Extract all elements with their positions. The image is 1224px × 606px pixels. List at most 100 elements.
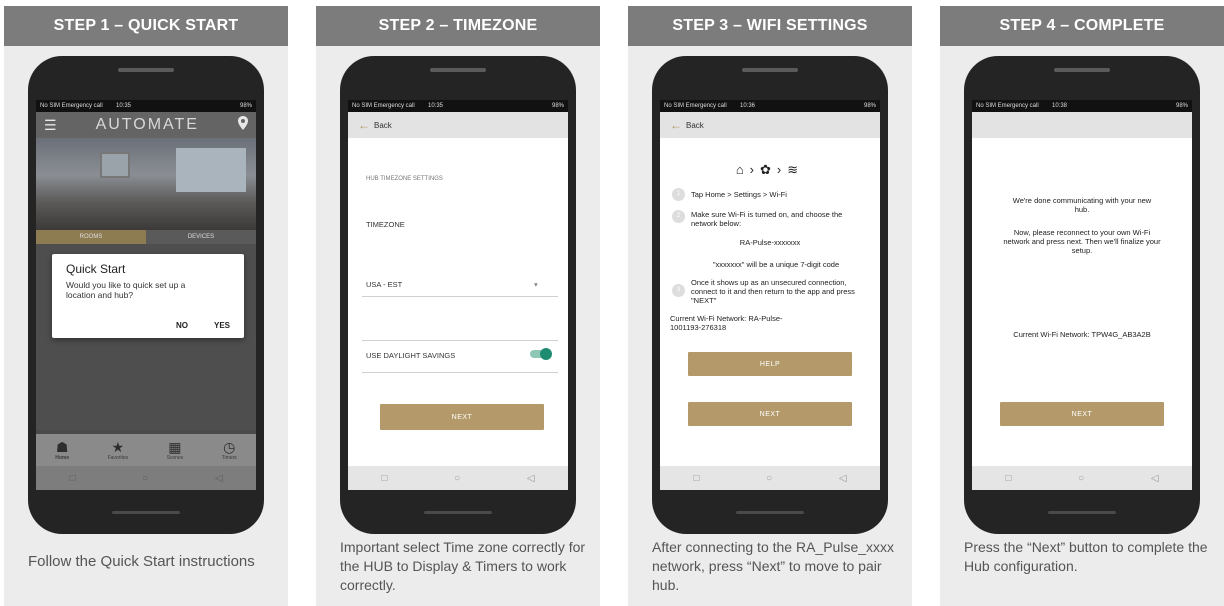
recent-apps-icon[interactable]: □ bbox=[381, 473, 387, 484]
phone-mockup: No SIM Emergency call 10:38 98% We're do… bbox=[964, 56, 1200, 534]
top-bar bbox=[972, 112, 1192, 138]
back-bar[interactable]: ← Back bbox=[660, 112, 880, 138]
android-nav-bar: □ ○ ◁ bbox=[36, 466, 256, 490]
bottom-nav: ☗ Home ★ Favorites ▦ Scenes ◷ Timers bbox=[36, 434, 256, 466]
nav-label: Timers bbox=[221, 454, 237, 461]
phone-screen: No SIM Emergency call 10:36 98% ← Back ⌂… bbox=[660, 100, 880, 490]
recent-apps-icon[interactable]: □ bbox=[1005, 473, 1011, 484]
home-circle-icon[interactable]: ○ bbox=[454, 473, 460, 484]
status-time: 10:35 bbox=[116, 103, 132, 109]
step4-header: STEP 4 – COMPLETE bbox=[940, 6, 1224, 46]
timezone-label: TIMEZONE bbox=[366, 220, 405, 229]
status-bar: No SIM Emergency call 10:35 98% bbox=[36, 100, 256, 112]
tab-devices[interactable]: DEVICES bbox=[146, 230, 256, 244]
hamburger-menu-icon[interactable]: ☰ bbox=[44, 117, 57, 134]
back-arrow-icon[interactable]: ← bbox=[358, 118, 370, 132]
instruction-step-3: 3 Once it shows up as an unsecured conne… bbox=[672, 278, 872, 305]
nav-favorites[interactable]: ★ Favorites bbox=[107, 439, 129, 461]
phone-screen: No SIM Emergency call 10:38 98% We're do… bbox=[972, 100, 1192, 490]
step2-header: STEP 2 – TIMEZONE bbox=[316, 6, 600, 46]
chevron-right-icon: › bbox=[749, 162, 761, 177]
divider bbox=[362, 340, 558, 341]
timezone-select[interactable]: USA - EST bbox=[366, 280, 402, 289]
phone-speaker bbox=[430, 68, 486, 72]
phone-mockup: No SIM Emergency call 10:36 98% ← Back ⌂… bbox=[652, 56, 888, 534]
step-number: 2 bbox=[672, 210, 685, 223]
back-label: Back bbox=[686, 120, 704, 130]
divider bbox=[362, 372, 558, 373]
no-button[interactable]: NO bbox=[176, 321, 188, 330]
room-device-tabs: ROOMS DEVICES bbox=[36, 230, 256, 244]
next-button[interactable]: NEXT bbox=[380, 404, 544, 430]
dialog-message: Would you like to quick set up a locatio… bbox=[66, 280, 186, 300]
nav-label: Home bbox=[55, 454, 70, 461]
clock-icon: ◷ bbox=[223, 438, 236, 455]
film-icon: ▦ bbox=[168, 438, 182, 455]
instruction-step-2: 2 Make sure Wi-Fi is turned on, and choo… bbox=[672, 210, 872, 228]
phone-mockup: No SIM Emergency call 10:35 98% ☰ AUTOMA… bbox=[28, 56, 264, 534]
status-time: 10:35 bbox=[428, 103, 444, 109]
recent-apps-icon[interactable]: □ bbox=[69, 473, 75, 484]
gear-icon: ✿ bbox=[760, 162, 777, 177]
android-nav-bar: □ ○ ◁ bbox=[660, 466, 880, 490]
back-triangle-icon[interactable]: ◁ bbox=[527, 473, 535, 484]
step4-panel: STEP 4 – COMPLETE No SIM Emergency call … bbox=[940, 6, 1224, 606]
toggle-knob bbox=[540, 348, 552, 360]
dialog-title: Quick Start bbox=[66, 262, 126, 276]
yes-button[interactable]: YES bbox=[214, 321, 230, 330]
back-label: Back bbox=[374, 120, 392, 130]
home-circle-icon[interactable]: ○ bbox=[142, 473, 148, 484]
step3-panel: STEP 3 – WIFI SETTINGS No SIM Emergency … bbox=[628, 6, 912, 606]
back-triangle-icon[interactable]: ◁ bbox=[839, 473, 847, 484]
nav-label: Scenes bbox=[166, 454, 184, 461]
dialog-actions: NO YES bbox=[176, 321, 230, 330]
nav-scenes[interactable]: ▦ Scenes bbox=[166, 438, 184, 461]
network-name: RA-Pulse-xxxxxxx bbox=[739, 238, 801, 247]
recent-apps-icon[interactable]: □ bbox=[693, 473, 699, 484]
chevron-right-icon: › bbox=[776, 162, 788, 177]
nav-home[interactable]: ☗ Home bbox=[55, 438, 70, 461]
phone-chin bbox=[112, 511, 180, 514]
status-carrier: No SIM Emergency call bbox=[352, 103, 415, 109]
next-button[interactable]: NEXT bbox=[1000, 402, 1164, 426]
back-triangle-icon[interactable]: ◁ bbox=[215, 473, 223, 484]
wifi-icon: ≋ bbox=[787, 162, 805, 177]
app-logo: AUTOMATE bbox=[95, 116, 199, 133]
status-battery: 98% bbox=[551, 103, 564, 109]
phone-speaker bbox=[118, 68, 174, 72]
code-note: "xxxxxxx" will be a unique 7-digit code bbox=[712, 260, 840, 269]
chevron-down-icon[interactable]: ▾ bbox=[534, 280, 538, 289]
step2-panel: STEP 2 – TIMEZONE No SIM Emergency call … bbox=[316, 6, 600, 606]
app-top-bar: ☰ AUTOMATE bbox=[36, 112, 256, 138]
back-arrow-icon[interactable]: ← bbox=[670, 118, 682, 132]
nav-label: Favorites bbox=[107, 454, 129, 461]
status-time: 10:38 bbox=[1052, 103, 1068, 109]
phone-mockup: No SIM Emergency call 10:35 98% ← Back H… bbox=[340, 56, 576, 534]
status-carrier: No SIM Emergency call bbox=[976, 103, 1039, 109]
status-bar: No SIM Emergency call 10:36 98% bbox=[660, 100, 880, 112]
status-battery: 98% bbox=[239, 103, 252, 109]
step3-header: STEP 3 – WIFI SETTINGS bbox=[628, 6, 912, 46]
home-circle-icon[interactable]: ○ bbox=[1078, 473, 1084, 484]
home-icon: ⌂ bbox=[735, 162, 750, 177]
daylight-savings-toggle[interactable] bbox=[530, 348, 552, 360]
phone-chin bbox=[1048, 511, 1116, 514]
phone-speaker bbox=[742, 68, 798, 72]
step1-panel: STEP 1 – QUICK START No SIM Emergency ca… bbox=[4, 6, 288, 606]
step1-header: STEP 1 – QUICK START bbox=[4, 6, 288, 46]
back-bar[interactable]: ← Back bbox=[348, 112, 568, 138]
tab-rooms[interactable]: ROOMS bbox=[36, 230, 146, 244]
help-button[interactable]: HELP bbox=[688, 352, 852, 376]
nav-timers[interactable]: ◷ Timers bbox=[221, 438, 237, 461]
home-circle-icon[interactable]: ○ bbox=[766, 473, 772, 484]
location-pin-icon[interactable] bbox=[237, 115, 248, 135]
step2-caption: Important select Time zone correctly for… bbox=[340, 539, 586, 593]
next-button[interactable]: NEXT bbox=[688, 402, 852, 426]
step4-caption: Press the “Next” button to complete the … bbox=[964, 539, 1208, 574]
done-message: We're done communicating with your new h… bbox=[1012, 196, 1152, 214]
home-icon: ☗ bbox=[55, 438, 69, 455]
phone-speaker bbox=[1054, 68, 1110, 72]
back-triangle-icon[interactable]: ◁ bbox=[1151, 473, 1159, 484]
quick-start-dialog: Quick Start Would you like to quick set … bbox=[52, 254, 244, 338]
photo-window bbox=[176, 148, 246, 192]
